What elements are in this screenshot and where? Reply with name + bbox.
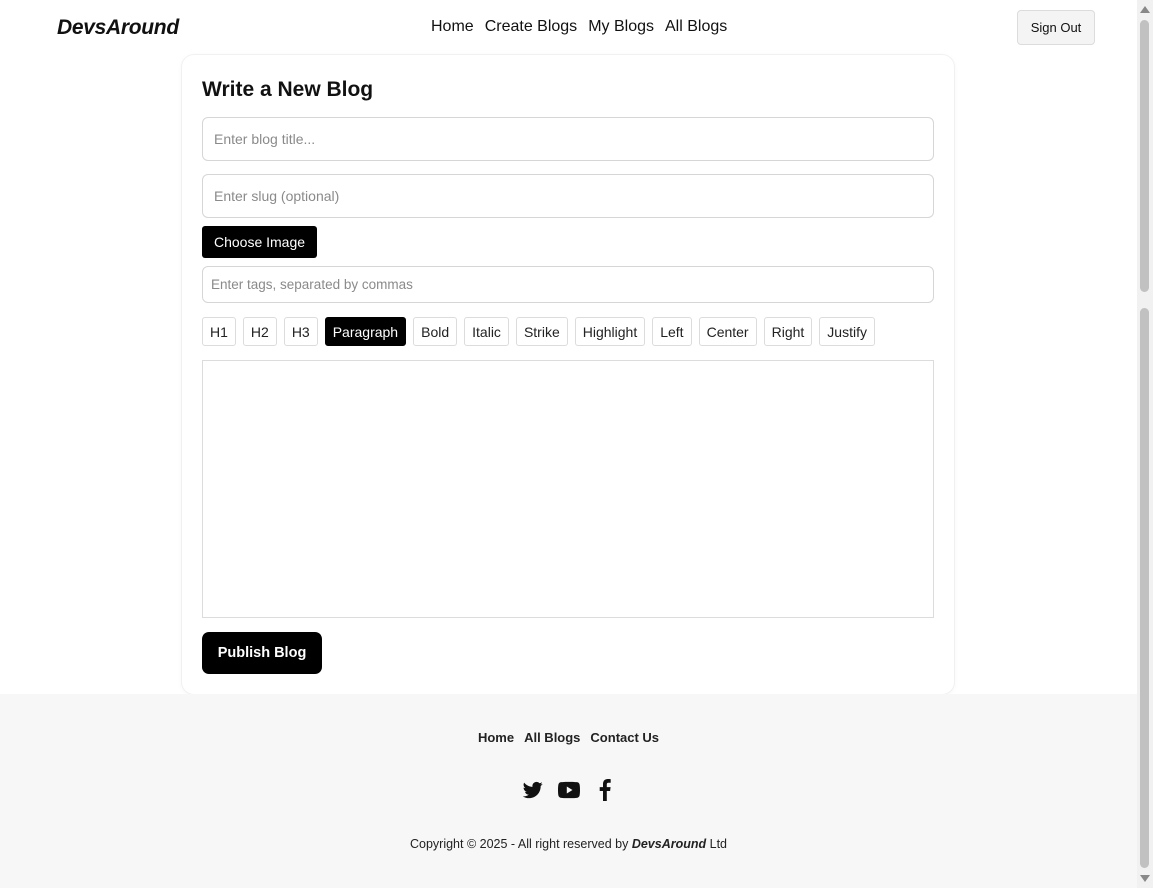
nav-create-blogs-link[interactable]: Create Blogs [485,18,578,36]
tags-input[interactable] [202,266,934,303]
main-nav: Home Create Blogs My Blogs All Blogs [431,18,727,36]
h3-button[interactable]: H3 [283,317,318,346]
social-links [0,779,1137,801]
choose-image-button[interactable]: Choose Image [202,226,317,258]
site-logo[interactable]: DevsAround [57,16,179,40]
page: DevsAround Home Create Blogs My Blogs Al… [0,0,1137,888]
facebook-icon[interactable] [594,779,616,801]
footer-home-link[interactable]: Home [478,730,514,745]
content-editor[interactable] [202,360,934,618]
page-scrollbar[interactable] [1137,0,1153,888]
publish-blog-button[interactable]: Publish Blog [202,632,322,674]
h1-button[interactable]: H1 [202,317,236,346]
nav-all-blogs-link[interactable]: All Blogs [665,18,727,36]
highlight-button[interactable]: Highlight [574,317,646,346]
bold-button[interactable]: Bold [413,317,458,346]
scroll-down-arrow-icon[interactable] [1140,875,1150,882]
twitter-icon[interactable] [522,779,544,801]
nav-home-link[interactable]: Home [431,18,474,36]
h2-button[interactable]: H2 [242,317,277,346]
copyright-suffix: Ltd [706,837,727,851]
slug-input[interactable] [202,174,934,218]
nav-my-blogs-link[interactable]: My Blogs [588,18,654,36]
copyright-prefix: Copyright © 2025 - All right reserved by [409,837,632,851]
footer-links: Home All Blogs Contact Us [0,730,1137,745]
new-blog-card: Write a New Blog Choose Image H1 H2 H3 P… [182,55,954,694]
align-left-button[interactable]: Left [652,317,692,346]
italic-button[interactable]: Italic [464,317,509,346]
align-center-button[interactable]: Center [698,317,757,346]
sign-out-button[interactable]: Sign Out [1017,10,1095,45]
top-navbar: DevsAround Home Create Blogs My Blogs Al… [0,0,1137,56]
align-right-button[interactable]: Right [763,317,813,346]
blog-title-input[interactable] [202,117,934,161]
footer-contact-us-link[interactable]: Contact Us [590,730,659,745]
paragraph-button[interactable]: Paragraph [324,317,407,346]
footer-all-blogs-link[interactable]: All Blogs [524,730,580,745]
align-justify-button[interactable]: Justify [819,317,875,346]
page-title: Write a New Blog [202,78,374,101]
scroll-up-arrow-icon[interactable] [1140,6,1150,13]
editor-toolbar: H1 H2 H3 Paragraph Bold Italic Strike Hi… [202,317,875,346]
copyright-brand: DevsAround [631,837,707,851]
strike-button[interactable]: Strike [515,317,568,346]
youtube-icon[interactable] [557,779,580,801]
scrollbar-thumb-lower[interactable] [1140,308,1149,868]
copyright-text: Copyright © 2025 - All right reserved by… [0,837,1137,851]
site-footer: Home All Blogs Contact Us Copyright © 20… [0,694,1137,888]
scrollbar-thumb[interactable] [1140,20,1149,292]
